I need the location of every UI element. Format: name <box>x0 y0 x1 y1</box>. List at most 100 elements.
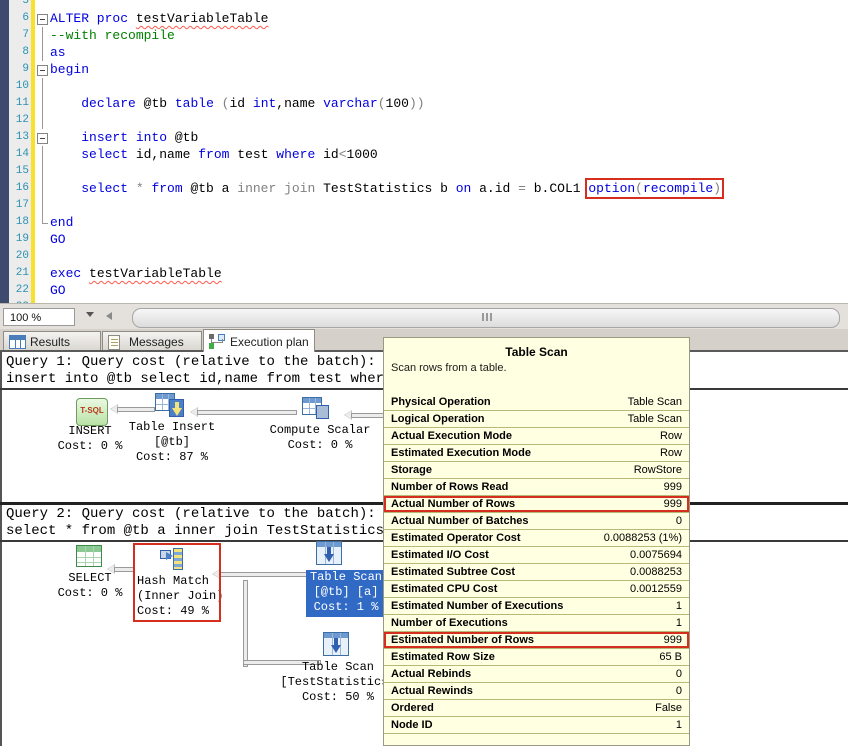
table-scan-tb-node-label[interactable]: Table Scan[@tb] [a]Cost: 1 % <box>306 570 386 617</box>
property-value: False <box>655 702 682 714</box>
zoom-level-select[interactable]: 100 % <box>3 308 75 326</box>
code-line[interactable]: 18end <box>0 214 848 231</box>
code-text: GO <box>50 283 66 298</box>
code-line[interactable]: 11 declare @tb table (id int,name varcha… <box>0 95 848 112</box>
fold-collapse-icon[interactable] <box>37 61 48 78</box>
tooltip-row: Estimated CPU Cost0.0012559 <box>384 581 689 598</box>
property-label: Physical Operation <box>391 396 491 408</box>
plan-arrow[interactable] <box>117 407 155 412</box>
fold-guide <box>37 78 48 95</box>
code-text: GO <box>50 232 66 247</box>
results-grid-icon <box>9 335 26 349</box>
compute-scalar-node-label[interactable]: Compute ScalarCost: 0 % <box>260 423 380 453</box>
code-line[interactable]: 21 exec testVariableTable <box>0 265 848 282</box>
select-node-label[interactable]: SELECTCost: 0 % <box>40 571 140 601</box>
table-insert-node-label[interactable]: Table Insert[@tb]Cost: 87 % <box>112 420 232 465</box>
code-text: exec testVariableTable <box>50 266 222 281</box>
code-line[interactable]: 10 <box>0 78 848 95</box>
scroll-left-arrow-icon[interactable] <box>106 312 112 320</box>
property-value: 0.0088253 <box>630 566 682 578</box>
property-value: 0.0012559 <box>630 583 682 595</box>
code-line[interactable]: 20 <box>0 248 848 265</box>
tooltip-row: Estimated Subtree Cost 0.0088253 <box>384 564 689 581</box>
code-line[interactable]: 8as <box>0 44 848 61</box>
compute-scalar-icon[interactable] <box>302 397 332 423</box>
fold-guide <box>37 27 48 44</box>
tooltip-row: Estimated Execution ModeRow <box>384 445 689 462</box>
table-scan-icon[interactable] <box>316 541 346 567</box>
horizontal-scrollbar[interactable] <box>132 308 840 328</box>
code-line[interactable]: 15 <box>0 163 848 180</box>
tooltip-row: OrderedFalse <box>384 700 689 717</box>
table-insert-icon[interactable] <box>155 393 185 419</box>
fold-guide <box>37 197 48 214</box>
property-value: Table Scan <box>628 413 682 425</box>
code-line[interactable]: 17 <box>0 197 848 214</box>
code-text: begin <box>50 62 89 77</box>
property-value: 999 <box>664 481 682 493</box>
tab-messages[interactable]: Messages <box>102 331 202 351</box>
panel-border <box>0 352 2 746</box>
code-text: select id,name from test where id<1000 <box>50 147 378 162</box>
code-line[interactable]: 12 <box>0 112 848 129</box>
tab-messages-label: Messages <box>129 335 184 349</box>
plan-connector <box>243 580 248 667</box>
property-label: Logical Operation <box>391 413 485 425</box>
code-line[interactable]: 5 <box>0 0 848 10</box>
property-value: 65 B <box>659 651 682 663</box>
property-label: Estimated Row Size <box>391 651 495 663</box>
property-label: Estimated Subtree Cost <box>391 566 515 578</box>
tooltip-row: Number of Executions1 <box>384 615 689 632</box>
line-number: 16 <box>8 182 29 194</box>
tab-execution-plan[interactable]: Execution plan <box>203 329 315 352</box>
code-line[interactable]: 13 insert into @tb <box>0 129 848 146</box>
fold-collapse-icon[interactable] <box>37 129 48 146</box>
line-number: 17 <box>8 199 29 211</box>
tooltip-title: Table Scan <box>384 345 689 359</box>
property-value: RowStore <box>634 464 682 476</box>
line-number: 11 <box>8 97 29 109</box>
fold-guide <box>37 180 48 197</box>
tooltip-row: Number of Rows Read999 <box>384 479 689 496</box>
tooltip-row: Actual Number of Batches0 <box>384 513 689 530</box>
query2-sql: select * from @tb a inner join TestStati… <box>6 523 384 539</box>
tooltip-subtitle: Scan rows from a table. <box>391 362 507 374</box>
code-line[interactable]: 19GO <box>0 231 848 248</box>
code-line[interactable]: 22 GO <box>0 282 848 299</box>
line-number: 10 <box>8 80 29 92</box>
fold-guide <box>37 95 48 112</box>
chevron-down-icon[interactable] <box>86 312 94 317</box>
line-number: 13 <box>8 131 29 143</box>
property-label: Storage <box>391 464 432 476</box>
tab-execution-plan-label: Execution plan <box>230 335 309 349</box>
property-value: 0.0088253 (1%) <box>604 532 682 544</box>
fold-collapse-icon[interactable] <box>37 10 48 27</box>
code-text: end <box>50 215 73 230</box>
code-line[interactable]: 16 select * from @tb a inner join TestSt… <box>0 180 848 197</box>
property-value: 1 <box>676 617 682 629</box>
line-number: 5 <box>8 0 29 7</box>
scrollbar-grip-icon <box>490 313 492 321</box>
query1-sql: insert into @tb select id,name from test… <box>6 371 384 387</box>
table-scan-icon[interactable] <box>323 632 353 658</box>
code-line[interactable]: 9begin <box>0 61 848 78</box>
code-line[interactable]: 7--with recompile <box>0 27 848 44</box>
line-number: 22 <box>8 284 29 296</box>
code-text: insert into @tb <box>50 130 198 145</box>
code-line[interactable]: 14 select id,name from test where id<100… <box>0 146 848 163</box>
select-result-icon[interactable] <box>76 545 106 571</box>
editor-statusbar: 100 % <box>0 303 848 330</box>
tsql-operator-icon[interactable]: T-SQL <box>76 398 108 426</box>
property-value: 999 <box>664 498 682 510</box>
line-number: 21 <box>8 267 29 279</box>
line-number: 15 <box>8 165 29 177</box>
plan-arrow[interactable] <box>197 410 297 415</box>
scrollbar-grip-icon <box>482 313 484 321</box>
sql-editor[interactable]: 5 6ALTER proc testVariableTable7--with re… <box>0 0 848 303</box>
tab-results[interactable]: Results <box>3 331 101 351</box>
code-line[interactable]: 6ALTER proc testVariableTable <box>0 10 848 27</box>
property-label: Estimated Number of Executions <box>391 600 563 612</box>
tooltip-row: Estimated I/O Cost0.0075694 <box>384 547 689 564</box>
tooltip-row: Actual Rebinds0 <box>384 666 689 683</box>
operator-tooltip: Table Scan Scan rows from a table. Physi… <box>383 337 690 746</box>
